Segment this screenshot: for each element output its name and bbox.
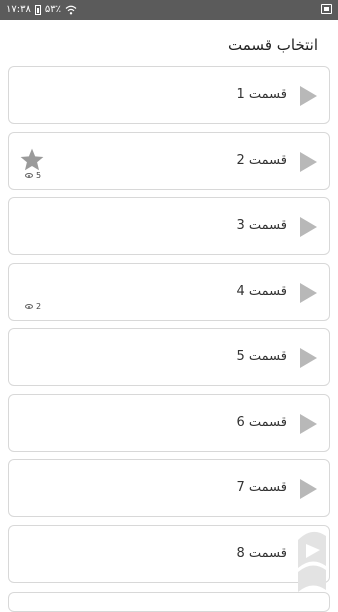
episode-card-4[interactable]: قسمت 4 2 (8, 262, 330, 321)
episode-label: قسمت 1 (236, 87, 287, 102)
play-icon[interactable] (300, 86, 317, 106)
view-count-value: 2 (36, 301, 42, 311)
episode-list: قسمت 1 قسمت 2 5 قسمت 3 قسمت 4 2 قسمت 5 ق… (8, 66, 330, 590)
view-count: 2 (25, 302, 41, 311)
episode-label: قسمت 2 (236, 152, 287, 168)
episode-card-6[interactable]: قسمت 6 (8, 393, 330, 452)
episode-label: قسمت 4 (236, 283, 287, 299)
gallery-icon (321, 4, 332, 14)
wifi-icon (65, 5, 77, 15)
status-time: ۱۷:۳۸ (6, 4, 31, 15)
episode-card-2[interactable]: قسمت 2 5 (8, 131, 330, 190)
episode-label: قسمت 5 (236, 349, 287, 364)
view-count-value: 5 (36, 170, 42, 180)
episode-card-8[interactable]: قسمت 8 (8, 524, 330, 583)
episode-card-5[interactable]: قسمت 5 (8, 328, 330, 386)
eye-icon (25, 172, 33, 178)
view-count: 5 (25, 171, 41, 180)
episode-label: قسمت 8 (236, 545, 287, 561)
play-icon[interactable] (300, 479, 317, 499)
episode-card-3[interactable]: قسمت 3 (8, 197, 330, 255)
episode-label: قسمت 6 (236, 414, 287, 430)
status-bar: ۱۷:۳۸ ۵۳٪ (0, 0, 338, 20)
battery-icon (34, 5, 41, 15)
battery-percent: ۵۳٪ (44, 4, 61, 15)
episode-card-7[interactable]: قسمت 7 (8, 459, 330, 517)
episode-card-partial[interactable] (8, 592, 330, 612)
eye-icon (25, 303, 33, 309)
play-icon[interactable] (300, 217, 317, 237)
play-icon[interactable] (300, 151, 317, 172)
episode-card-1[interactable]: قسمت 1 (8, 66, 330, 124)
play-icon[interactable] (300, 413, 317, 434)
episode-label: قسمت 3 (236, 218, 287, 233)
status-left-group: ۱۷:۳۸ ۵۳٪ (6, 4, 77, 16)
play-icon[interactable] (300, 282, 317, 303)
page-title: انتخاب قسمت (228, 36, 318, 54)
play-icon[interactable] (300, 348, 317, 368)
star-icon[interactable] (19, 147, 45, 173)
episode-label: قسمت 7 (236, 480, 287, 495)
watermark-logo-icon (298, 531, 326, 592)
